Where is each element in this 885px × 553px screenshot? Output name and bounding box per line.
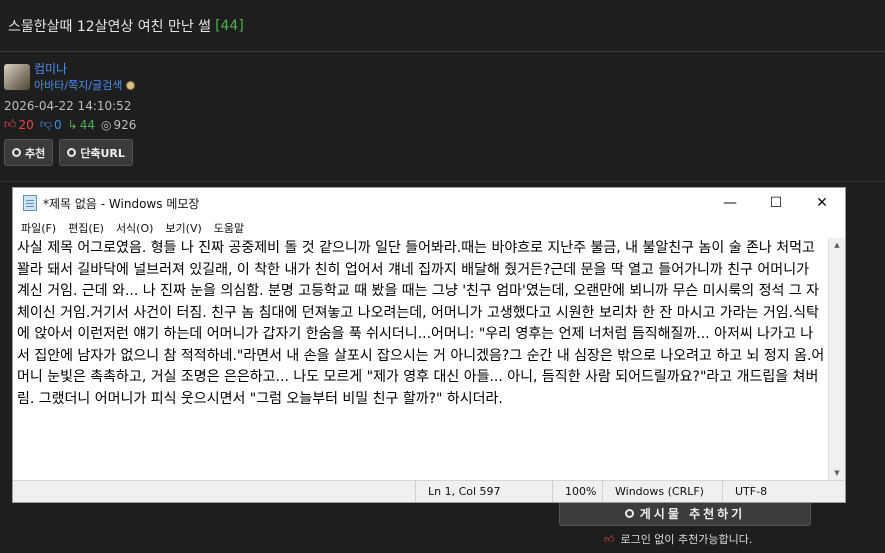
notepad-window: *제목 없음 - Windows 메모장 — ☐ ✕ 파일(F) 편집(E) 서… xyxy=(12,187,846,503)
status-encoding: UTF-8 xyxy=(722,481,767,502)
downvote-stat: 👎︎ 0 xyxy=(40,117,62,132)
share-count: 44 xyxy=(79,117,95,132)
emoji-icon xyxy=(126,80,136,90)
notepad-statusbar: Ln 1, Col 597 100% Windows (CRLF) UTF-8 xyxy=(13,480,845,502)
comment-count[interactable]: [44] xyxy=(215,18,244,34)
minimize-icon[interactable]: — xyxy=(707,188,753,218)
share-stat: ↳ 44 xyxy=(68,118,95,132)
thumbs-down-icon: 👎︎ xyxy=(39,117,53,131)
post-stats: 👍︎ 20 👎︎ 0 ↳ 44 ◎ 926 xyxy=(4,117,136,132)
author-row: 컴미나 아바타/쪽지/글검색 xyxy=(4,60,136,93)
divider xyxy=(0,181,885,182)
post-title: 스물한살때 12살연상 여친 만난 썰 xyxy=(8,18,212,35)
thumbs-up-icon: 👍︎ xyxy=(604,534,615,545)
view-count: 926 xyxy=(113,117,137,132)
menu-file[interactable]: 파일(F) xyxy=(15,220,62,236)
login-note: 👍︎ 로그인 없이 추천가능합니다. xyxy=(604,531,752,547)
scroll-up-icon[interactable]: ▲ xyxy=(829,241,845,249)
post-action-buttons: 추천 단축URL xyxy=(4,139,133,166)
post-title-bar: 스물한살때 12살연상 여친 만난 썰 [44] xyxy=(0,0,885,52)
avatar[interactable] xyxy=(4,64,30,90)
circle-icon xyxy=(624,508,634,518)
status-line-ending: Windows (CRLF) xyxy=(602,481,704,502)
login-note-text: 로그인 없이 추천가능합니다. xyxy=(620,533,753,546)
upvote-count: 20 xyxy=(18,117,34,132)
menu-format[interactable]: 서식(O) xyxy=(110,220,159,236)
recommend-post-label: 게시물 추천하기 xyxy=(639,506,746,521)
thumbs-up-icon: 👍︎ xyxy=(4,117,17,131)
maximize-icon[interactable]: ☐ xyxy=(753,188,799,218)
recommend-small-label: 추천 xyxy=(25,146,46,160)
share-arrow-icon: ↳ xyxy=(67,117,78,132)
author-name[interactable]: 컴미나 xyxy=(34,60,135,77)
menu-edit[interactable]: 편집(E) xyxy=(62,220,110,236)
recommend-small-button[interactable]: 추천 xyxy=(4,139,54,166)
view-stat: ◎ 926 xyxy=(101,118,136,132)
menu-view[interactable]: 보기(V) xyxy=(159,220,207,236)
notepad-menubar: 파일(F) 편집(E) 서식(O) 보기(V) 도움말 xyxy=(13,218,845,238)
eye-icon: ◎ xyxy=(101,117,112,132)
window-controls: — ☐ ✕ xyxy=(707,188,845,218)
status-position: Ln 1, Col 597 xyxy=(415,481,501,502)
circle-icon xyxy=(12,148,21,157)
author-links-text[interactable]: 아바타/쪽지/글검색 xyxy=(34,77,122,93)
notepad-title: *제목 없음 - Windows 메모장 xyxy=(43,196,200,211)
notepad-text-area[interactable]: 사실 제목 어그로였음. 형들 나 진짜 공중제비 돌 것 같으니까 일단 들어… xyxy=(15,238,827,480)
recommend-post-button[interactable]: 게시물 추천하기 xyxy=(559,500,811,526)
circle-icon xyxy=(67,148,77,157)
status-zoom: 100% xyxy=(552,481,596,502)
short-url-label: 단축URL xyxy=(80,146,125,160)
scroll-down-icon[interactable]: ▼ xyxy=(829,469,845,477)
notepad-titlebar[interactable]: *제목 없음 - Windows 메모장 — ☐ ✕ xyxy=(13,188,845,218)
upvote-stat: 👍︎ 20 xyxy=(4,117,34,132)
author-links: 아바타/쪽지/글검색 xyxy=(34,77,136,93)
notepad-icon xyxy=(23,195,37,211)
vertical-scrollbar[interactable]: ▲ ▼ xyxy=(828,238,845,480)
post-date: 2026-04-22 14:10:52 xyxy=(4,99,132,113)
downvote-count: 0 xyxy=(54,117,62,132)
menu-help[interactable]: 도움말 xyxy=(208,220,250,236)
short-url-button[interactable]: 단축URL xyxy=(59,139,133,166)
close-icon[interactable]: ✕ xyxy=(799,188,845,218)
